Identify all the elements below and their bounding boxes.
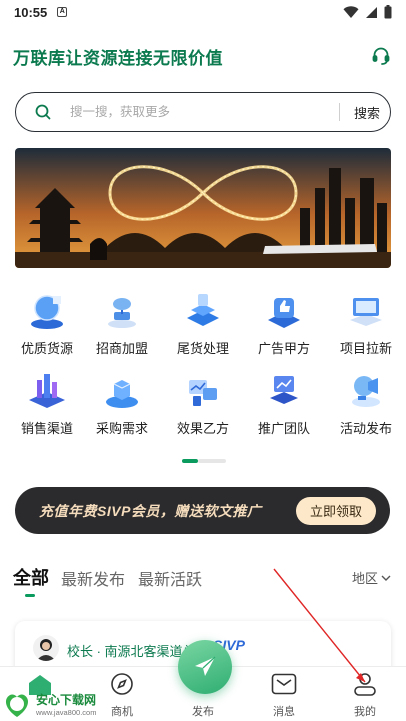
search-button[interactable]: 搜索 — [354, 103, 380, 122]
nav-label: 我的 — [354, 706, 376, 718]
category-label: 招商加盟 — [95, 341, 148, 356]
publish-fab-button[interactable] — [178, 640, 232, 694]
thumbs-up-icon — [268, 298, 300, 328]
tab-latest-active[interactable]: 最新活跃 — [138, 566, 202, 590]
laptop-chart-icon — [270, 376, 298, 404]
city-buildings-icon — [29, 374, 65, 408]
category-label: 效果乙方 — [176, 421, 229, 436]
megaphone-icon — [352, 376, 380, 407]
search-icon — [34, 103, 52, 121]
claim-now-button[interactable]: 立即领取 — [295, 496, 376, 525]
nav-label: 消息 — [273, 706, 295, 718]
category-grid: 优质货源 招商加盟 尾货处理 广告甲方 项目拉新 销售渠道 采购需求 效果乙方 … — [0, 288, 406, 448]
mail-icon — [271, 671, 297, 697]
pager-dot — [198, 459, 226, 463]
search-input[interactable] — [70, 105, 310, 119]
region-filter[interactable]: 地区 — [352, 568, 392, 587]
monitor-icon — [350, 298, 382, 326]
watermark: 安心下载网 www.java800.com — [2, 688, 112, 720]
category-label: 项目拉新 — [339, 341, 392, 356]
tab-latest-posts[interactable]: 最新发布 — [61, 566, 125, 590]
category-item-sales-channel[interactable]: 销售渠道 — [7, 368, 87, 438]
category-label: 活动发布 — [339, 421, 392, 436]
home-content[interactable]: 搜索 优质货源 — [0, 88, 406, 666]
promo-text: 充值年费SIVP会员，赠送软文推广 — [39, 502, 262, 519]
category-item-purchasing[interactable]: 采购需求 — [82, 368, 162, 438]
status-bar: 10:55 A — [0, 0, 406, 24]
region-filter-label: 地区 — [352, 571, 379, 586]
watermark-url: www.java800.com — [36, 708, 97, 717]
category-item-agency[interactable]: 效果乙方 — [163, 368, 243, 438]
category-label: 广告甲方 — [257, 341, 310, 356]
tab-all[interactable]: 全部 — [13, 564, 49, 590]
category-label: 尾货处理 — [176, 341, 229, 356]
app-header: 万联库让资源连接无限价值 — [0, 24, 406, 88]
signal-icon — [366, 6, 377, 18]
watermark-logo — [5, 694, 29, 717]
card-author: 校长 · 南源北客渠道总 — [67, 644, 196, 659]
status-icons — [343, 5, 392, 19]
category-label: 推广团队 — [257, 421, 310, 436]
watermark-title: 安心下载网 — [36, 693, 97, 707]
category-item-advertiser[interactable]: 广告甲方 — [244, 288, 324, 358]
category-item-surplus[interactable]: 尾货处理 — [163, 288, 243, 358]
cube-box-icon — [106, 380, 138, 408]
feed-tabs: 全部 最新发布 最新活跃 地区 — [0, 562, 406, 602]
server-stack-icon — [187, 294, 219, 326]
chart-devices-icon — [189, 380, 217, 406]
category-label: 采购需求 — [95, 421, 148, 436]
nav-label: 发布 — [192, 706, 214, 718]
status-time: 10:55 — [14, 4, 48, 20]
search-bar: 搜索 — [15, 92, 391, 132]
user-icon — [352, 671, 378, 697]
nav-messages[interactable]: 消息 — [254, 671, 314, 719]
wifi-icon — [343, 5, 359, 18]
app-slogan: 万联库让资源连接无限价值 — [13, 48, 223, 68]
compass-icon — [109, 671, 135, 697]
category-item-promo-team[interactable]: 推广团队 — [244, 368, 324, 438]
network-cloud-icon — [108, 298, 136, 328]
globe-gift-icon — [31, 295, 63, 329]
notification-a-icon: A — [57, 7, 68, 17]
category-item-franchise[interactable]: 招商加盟 — [82, 288, 162, 358]
tab-active-indicator — [25, 594, 35, 597]
paper-plane-icon — [195, 656, 216, 676]
vip-promo-banner[interactable]: 充值年费SIVP会员，赠送软文推广 立即领取 — [15, 487, 390, 534]
infinity-landscape-banner — [15, 148, 391, 268]
category-label: 销售渠道 — [20, 421, 73, 436]
battery-icon — [384, 5, 392, 19]
category-item-quality-goods[interactable]: 优质货源 — [7, 288, 87, 358]
search-divider — [338, 103, 340, 121]
pager-dot-active — [182, 459, 198, 463]
avatar — [33, 635, 59, 661]
nav-profile[interactable]: 我的 — [335, 671, 395, 719]
hero-banner[interactable] — [15, 148, 391, 268]
category-pager — [182, 459, 226, 463]
headset-icon[interactable] — [369, 44, 393, 68]
nav-label: 商机 — [111, 706, 133, 718]
category-item-project[interactable]: 项目拉新 — [326, 288, 406, 358]
category-label: 优质货源 — [20, 341, 73, 356]
chevron-down-icon — [381, 575, 391, 581]
category-item-events[interactable]: 活动发布 — [326, 368, 406, 438]
